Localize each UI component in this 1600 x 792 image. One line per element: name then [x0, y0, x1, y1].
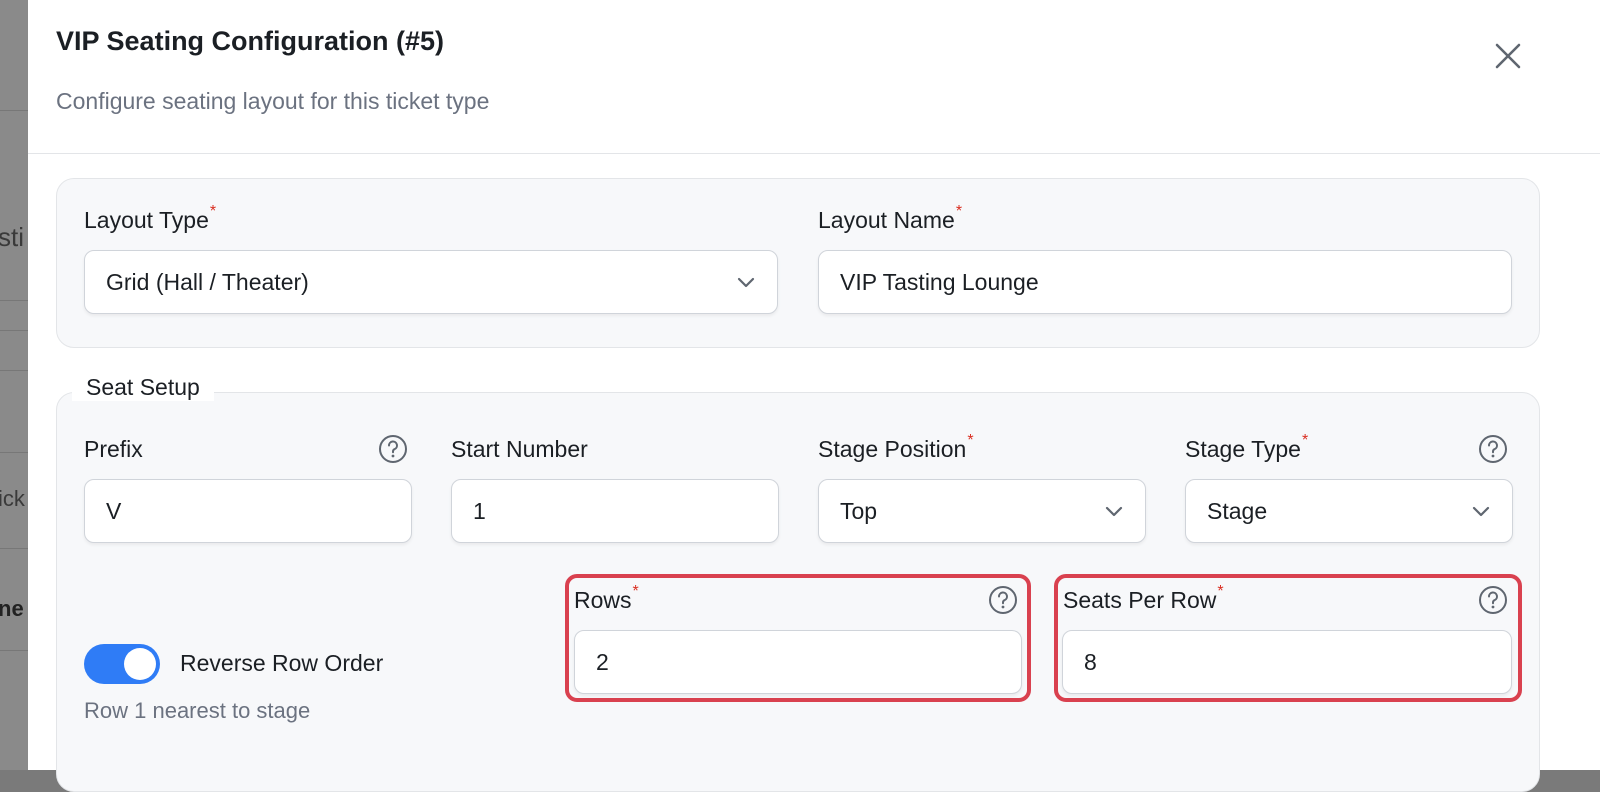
modal-title: VIP Seating Configuration (#5)	[56, 26, 445, 56]
stage-position-label: Stage Position*	[818, 432, 974, 462]
reverse-row-order-toggle[interactable]	[84, 644, 160, 684]
background-page: sti ick ne	[0, 0, 28, 770]
help-icon[interactable]	[1478, 434, 1508, 464]
seats-per-row-label: Seats Per Row*	[1063, 583, 1224, 613]
stage-type-value: Stage	[1207, 498, 1268, 524]
layout-type-select[interactable]: Grid (Hall / Theater)	[84, 250, 778, 314]
prefix-value: V	[106, 498, 122, 524]
divider	[0, 650, 28, 651]
close-icon	[1495, 43, 1521, 69]
help-icon[interactable]	[378, 434, 408, 464]
layout-name-input[interactable]: VIP Tasting Lounge	[818, 250, 1512, 314]
required-marker: *	[209, 203, 217, 220]
divider	[0, 110, 28, 111]
prefix-input[interactable]: V	[84, 479, 412, 543]
stage-type-label: Stage Type*	[1185, 432, 1309, 462]
background-text: ick	[0, 486, 25, 511]
chevron-down-icon	[737, 277, 755, 288]
modal-header: VIP Seating Configuration (#5) Configure…	[28, 0, 1600, 154]
background-text: sti	[0, 222, 24, 252]
layout-type-label: Layout Type*	[84, 203, 217, 233]
start-number-label: Start Number	[451, 436, 588, 462]
divider	[0, 300, 28, 301]
divider	[0, 370, 28, 371]
chevron-down-icon	[1105, 506, 1123, 517]
toggle-knob	[124, 648, 156, 680]
help-icon[interactable]	[988, 585, 1018, 615]
required-marker: *	[1217, 583, 1224, 600]
seating-config-modal: VIP Seating Configuration (#5) Configure…	[28, 0, 1600, 792]
prefix-label: Prefix	[84, 436, 143, 462]
rows-label: Rows*	[574, 583, 639, 613]
background-text: ne	[0, 596, 24, 621]
stage-position-value: Top	[840, 498, 878, 524]
chevron-down-icon	[1472, 506, 1490, 517]
layout-name-value: VIP Tasting Lounge	[840, 269, 1039, 295]
divider	[0, 330, 28, 331]
rows-input[interactable]: 2	[574, 630, 1022, 694]
stage-type-select[interactable]: Stage	[1185, 479, 1513, 543]
rows-value: 2	[596, 649, 609, 675]
layout-name-label: Layout Name*	[818, 203, 963, 233]
seats-per-row-input[interactable]: 8	[1062, 630, 1512, 694]
modal-subtitle: Configure seating layout for this ticket…	[56, 88, 490, 114]
close-button[interactable]	[1488, 36, 1528, 76]
help-icon[interactable]	[1478, 585, 1508, 615]
divider	[0, 548, 28, 549]
layout-type-value: Grid (Hall / Theater)	[106, 269, 309, 295]
divider	[0, 452, 28, 453]
required-marker: *	[955, 203, 963, 220]
reverse-row-order-hint: Row 1 nearest to stage	[84, 698, 311, 723]
seat-setup-legend: Seat Setup	[72, 374, 214, 401]
seats-per-row-value: 8	[1084, 649, 1097, 675]
start-number-value: 1	[473, 498, 486, 524]
required-marker: *	[632, 583, 639, 600]
start-number-input[interactable]: 1	[451, 479, 779, 543]
stage-position-select[interactable]: Top	[818, 479, 1146, 543]
required-marker: *	[1301, 432, 1309, 449]
reverse-row-order-label: Reverse Row Order	[180, 650, 384, 676]
required-marker: *	[967, 432, 974, 449]
